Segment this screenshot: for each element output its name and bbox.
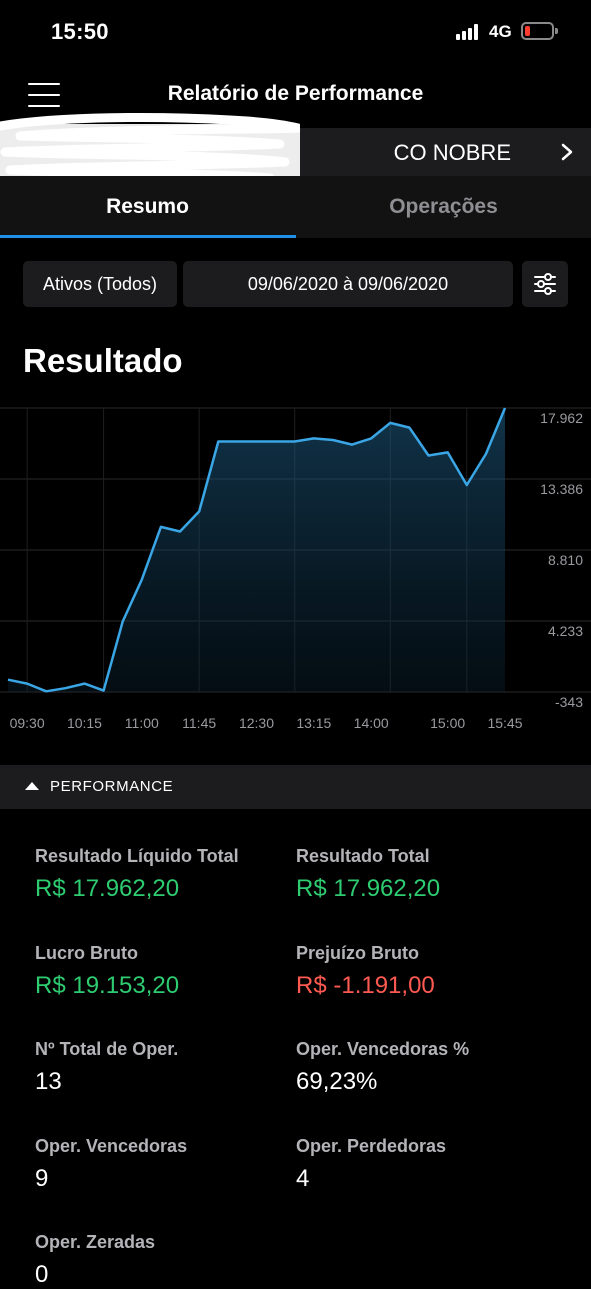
- account-name: CO NOBRE: [393, 140, 511, 165]
- metric-value: R$ 17.962,20: [296, 875, 441, 902]
- metric-label: Oper. Vencedoras %: [296, 1039, 470, 1059]
- tab-resumo[interactable]: Resumo: [0, 176, 295, 238]
- chart-x-tick-label: 13:15: [296, 715, 331, 731]
- metric-label: Oper. Zeradas: [35, 1232, 156, 1252]
- chart-x-tick-label: 14:00: [354, 715, 389, 731]
- result-section-title: Resultado: [23, 342, 183, 379]
- metric-item: Oper. Perdedoras 4: [296, 1136, 556, 1193]
- status-time: 15:50: [51, 19, 109, 44]
- chart-x-tick-label: 15:45: [487, 715, 522, 731]
- chart-x-tick-label: 11:45: [182, 715, 216, 731]
- network-type: 4G: [489, 22, 512, 41]
- date-range-button[interactable]: 09/06/2020 à 09/06/2020: [183, 261, 513, 307]
- metric-label: Nº Total de Oper.: [35, 1039, 179, 1059]
- metric-value: 0: [35, 1261, 49, 1288]
- metric-value: 13: [35, 1068, 62, 1095]
- result-chart[interactable]: 17.962 13.386 8.810 4.233 -343 09:30 10:15 11:…: [0, 398, 591, 762]
- metric-label: Prejuízo Bruto: [296, 942, 420, 963]
- chart-x-tick-label: 15:00: [430, 715, 465, 731]
- metric-item: Prejuízo Bruto R$ -1.191,00: [296, 943, 556, 1000]
- chart-y-tick-label: 13.386: [540, 481, 583, 497]
- metric-item: Resultado Líquido Total R$ 17.962,20: [35, 846, 295, 903]
- metric-item: Oper. Vencedoras % 69,23%: [296, 1039, 556, 1096]
- caret-up-icon: [25, 782, 39, 790]
- tab-operacoes[interactable]: Operações: [296, 176, 591, 238]
- filter-settings-button[interactable]: [522, 261, 568, 307]
- metric-item: Nº Total de Oper. 13: [35, 1039, 295, 1096]
- metric-label: Resultado Total: [296, 846, 430, 866]
- metric-value: 9: [35, 1164, 49, 1192]
- chevron-right-icon: [561, 143, 573, 161]
- active-tab-indicator: [0, 235, 296, 238]
- chart-x-tick-label: 09:30: [10, 715, 45, 731]
- metric-value: R$ 19.153,20: [35, 971, 180, 999]
- performance-section-header[interactable]: PERFORMANCE: [0, 765, 591, 809]
- chart-y-tick-label: -343: [555, 694, 583, 710]
- metric-value: 69,23%: [296, 1068, 378, 1095]
- metric-item: Lucro Bruto R$ 19.153,20: [35, 943, 295, 1000]
- status-bar: 15:50 4G: [0, 0, 591, 62]
- chart-x-tick-label: 10:15: [67, 715, 102, 731]
- battery-tip: [555, 28, 558, 34]
- chart-x-tick-label: 12:30: [239, 715, 274, 731]
- page-title: Relatório de Performance: [167, 82, 424, 105]
- metric-label: Resultado Líquido Total: [35, 846, 239, 866]
- battery-icon: [521, 22, 554, 40]
- chart-y-tick-label: 8.810: [548, 552, 583, 568]
- cellular-signal-icon: [456, 24, 482, 40]
- metric-item: Oper. Zeradas 0: [35, 1232, 295, 1289]
- metric-item: Oper. Vencedoras 9: [35, 1136, 295, 1193]
- metric-label: Oper. Perdedoras: [296, 1135, 447, 1156]
- performance-label: PERFORMANCE: [50, 778, 174, 795]
- metric-value: R$ 17.962,20: [35, 875, 180, 902]
- tab-bar: Resumo Operações: [0, 176, 591, 238]
- assets-filter-button[interactable]: Ativos (Todos): [23, 261, 177, 307]
- metric-item: Resultado Total R$ 17.962,20: [296, 846, 556, 903]
- metric-label: Lucro Bruto: [35, 942, 138, 963]
- chart-y-tick-label: 17.962: [540, 410, 583, 426]
- metric-label: Oper. Vencedoras: [35, 1135, 188, 1156]
- metric-value: 4: [296, 1164, 310, 1192]
- metric-value: R$ -1.191,00: [296, 971, 435, 999]
- chart-x-tick-label: 11:00: [125, 715, 159, 731]
- sliders-icon: [534, 273, 556, 295]
- chart-y-tick-label: 4.233: [548, 623, 583, 639]
